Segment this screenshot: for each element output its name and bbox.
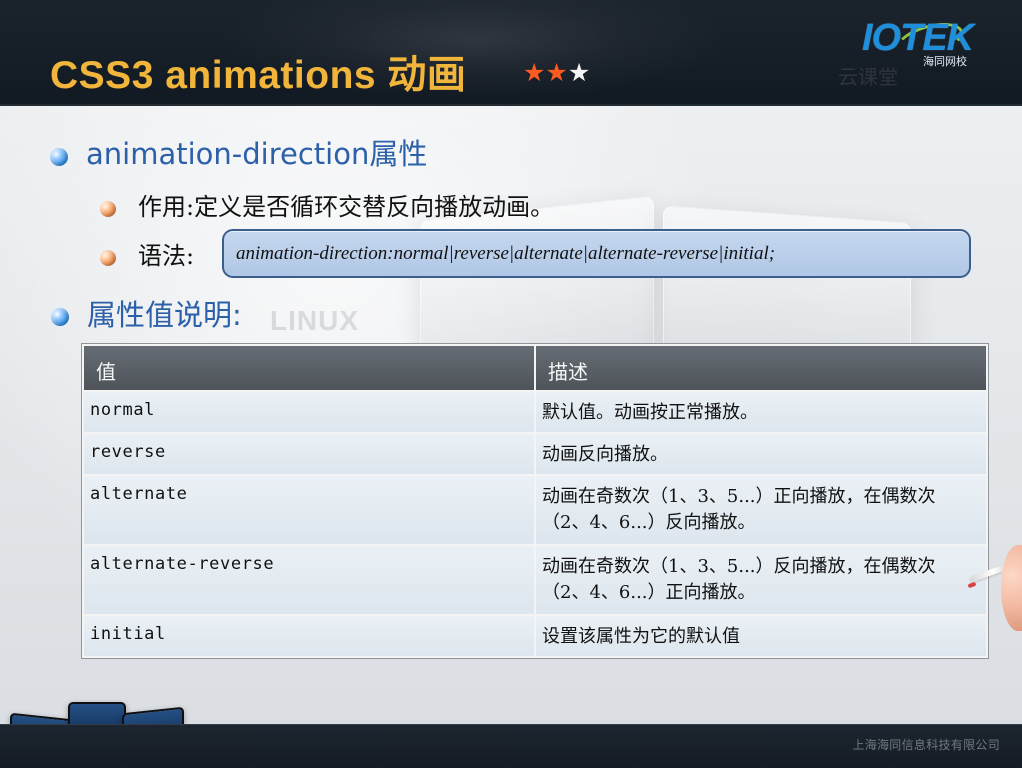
section-heading: animation-direction属性 — [86, 137, 428, 171]
syntax-box: animation-direction:normal|reverse|alter… — [222, 229, 971, 278]
property-table-grid: 值 描述 normal 默认值。动画按正常播放。 reverse 动画反向播放。… — [82, 344, 988, 658]
table-row: normal 默认值。动画按正常播放。 — [82, 390, 988, 434]
footer-company: 上海海同信息科技有限公司 — [852, 738, 1000, 752]
table-cell-value: reverse — [82, 432, 536, 476]
table-row: alternate-reverse 动画在奇数次（1、3、5...）反向播放，在… — [82, 544, 988, 616]
slide-footer: 上海海同信息科技有限公司 — [0, 724, 1022, 768]
pen-tip — [967, 581, 977, 589]
table-cell-value: initial — [82, 614, 536, 658]
table-row: alternate 动画在奇数次（1、3、5...）正向播放，在偶数次（2、4、… — [82, 474, 988, 546]
property-table: 值 描述 normal 默认值。动画按正常播放。 reverse 动画反向播放。… — [82, 344, 988, 658]
syntax-code: animation-direction:normal|reverse|alter… — [236, 243, 776, 264]
blue-bullet-icon — [51, 308, 69, 326]
orange-bullet-icon — [100, 201, 116, 217]
logo-text: IOTEK — [862, 17, 974, 59]
table-cell-description: 动画在奇数次（1、3、5...）反向播放，在偶数次（2、4、6...）正向播放。 — [534, 544, 988, 616]
slide-header: CSS3 animations 动画 ★★★ IOTEK 海同网校 云课堂 — [0, 0, 1022, 106]
blue-bullet-icon — [50, 148, 68, 166]
table-cell-description: 动画在奇数次（1、3、5...）正向播放，在偶数次（2、4、6...）反向播放。 — [534, 474, 988, 546]
table-row: initial 设置该属性为它的默认值 — [82, 614, 988, 658]
orange-bullet-icon — [100, 250, 116, 266]
table-cell-description: 动画反向播放。 — [534, 432, 988, 476]
purpose-text: 作用:定义是否循环交替反向播放动画。 — [138, 193, 555, 221]
table-cell-value: alternate — [82, 474, 536, 546]
values-heading: 属性值说明: — [87, 298, 242, 332]
table-cell-description: 设置该属性为它的默认值 — [534, 614, 988, 658]
table-header-value: 值 — [82, 344, 536, 392]
watermark-text: 云课堂 — [838, 65, 898, 89]
table-header-description: 描述 — [534, 344, 988, 392]
slide-title: CSS3 animations 动画 — [50, 54, 467, 97]
star-icon: ★ — [567, 58, 591, 87]
background-linux-text: LINUX — [270, 305, 359, 336]
table-cell-value: normal — [82, 390, 536, 434]
table-cell-description: 默认值。动画按正常播放。 — [534, 390, 988, 434]
slide-page: LINUX CSS3 animations 动画 ★★★ IOTEK 海同网校 … — [0, 0, 1022, 768]
title-stars: ★★★ — [523, 60, 590, 85]
table-cell-value: alternate-reverse — [82, 544, 536, 616]
star-icon: ★★ — [523, 58, 568, 87]
table-header-row: 值 描述 — [82, 344, 988, 392]
table-row: reverse 动画反向播放。 — [82, 432, 988, 476]
syntax-label: 语法: — [138, 242, 195, 270]
